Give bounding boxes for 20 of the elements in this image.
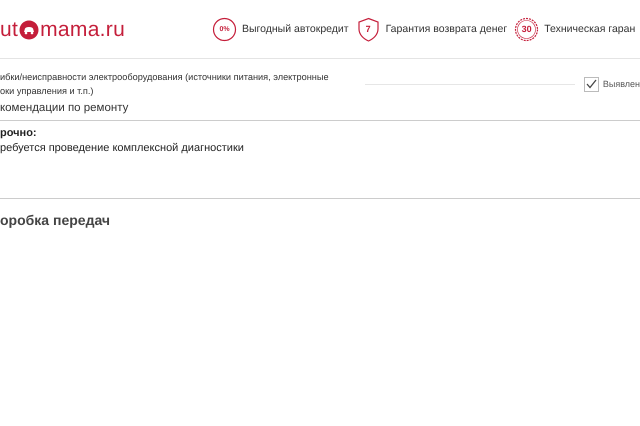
recommendation-text: ребуется проведение комплексной диагностики (0, 142, 244, 154)
badge-number: 7 (366, 24, 371, 34)
seal-icon (514, 16, 540, 42)
checkmark-icon (586, 79, 597, 89)
logo-text: mama.ru (40, 18, 126, 42)
badge-number: 30 (522, 24, 532, 34)
checkbox[interactable] (584, 76, 599, 92)
fault-description: оки управления и т.п.) (0, 85, 94, 98)
urgency-label: рочно: (0, 126, 38, 139)
benefit-label: Выгодный автокредит (242, 23, 349, 35)
benefit-label: Гарантия возврата денег (386, 23, 508, 35)
section-heading: комендации по ремонту (0, 98, 640, 121)
fault-description: ибки/неисправности электрооборудования (источники питания, электронные (0, 71, 330, 84)
section-title: оробка передач (0, 211, 112, 228)
logo-text: ut (0, 18, 18, 42)
car-logo-icon (19, 20, 40, 40)
benefit-label: Техническая гаран (544, 23, 636, 35)
shield-icon (356, 16, 381, 42)
checkbox-label: Выявлен (602, 79, 640, 89)
percent-circle-icon (212, 16, 237, 42)
